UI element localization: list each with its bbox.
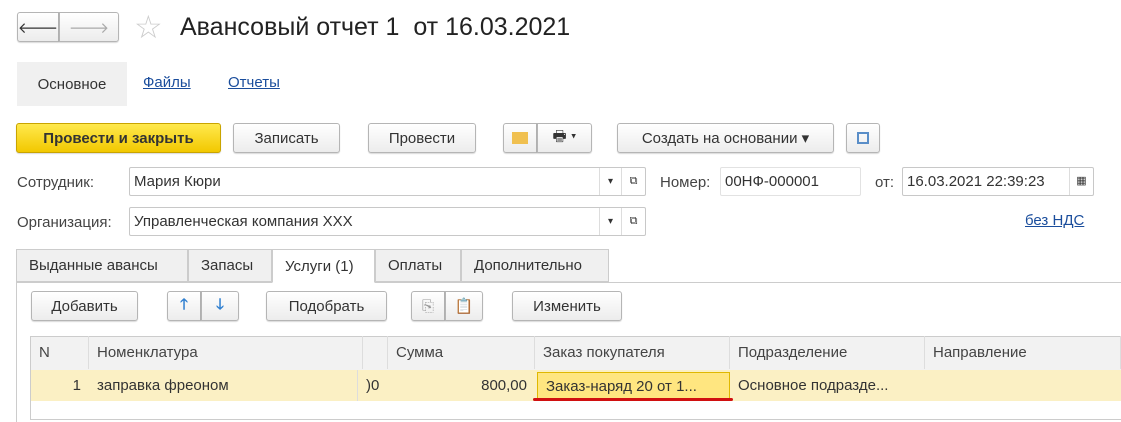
arrow-up-icon: 🡑 (180, 295, 188, 313)
vat-link[interactable]: без НДС (1025, 212, 1084, 229)
col-department[interactable]: Подразделение (730, 336, 925, 369)
create-based-on-button[interactable]: Создать на основании ▾ (617, 123, 834, 153)
post-and-close-button[interactable]: Провести и закрыть (16, 123, 221, 153)
cell-item[interactable]: заправка фреоном (89, 370, 363, 401)
copy-button[interactable]: ⎘ (411, 291, 445, 321)
forward-button[interactable]: 🡒 (59, 12, 119, 42)
employee-field[interactable]: Мария Кюри ▾ ⧉ (129, 167, 646, 196)
structure-icon (857, 132, 869, 144)
employee-label: Сотрудник: (17, 174, 95, 191)
tab-stocks[interactable]: Запасы (188, 249, 272, 282)
col-sum[interactable]: Сумма (388, 336, 535, 369)
move-up-button[interactable]: 🡑 (167, 291, 201, 321)
back-button[interactable]: 🡐 (17, 12, 59, 42)
date-field[interactable]: 16.03.2021 22:39:23 ▦ (902, 167, 1094, 196)
dropdown-icon[interactable]: ▾ (599, 168, 621, 195)
printer-icon: 🖶 ▾ (552, 127, 577, 145)
cell-partial: )0 (357, 370, 387, 401)
add-button[interactable]: Добавить (31, 291, 138, 321)
nav-tab-files[interactable]: Файлы (143, 74, 191, 91)
save-button[interactable]: Записать (233, 123, 340, 153)
star-icon[interactable]: ☆ (134, 8, 163, 46)
calendar-icon[interactable]: ▦ (1069, 168, 1093, 195)
cell-direction[interactable] (925, 370, 1121, 401)
col-hidden[interactable] (363, 336, 388, 369)
nav-tab-reports[interactable]: Отчеты (228, 74, 280, 91)
move-down-button[interactable]: 🡓 (201, 291, 239, 321)
col-item[interactable]: Номенклатура (89, 336, 363, 369)
structure-button[interactable] (846, 123, 880, 153)
col-n[interactable]: N (31, 336, 89, 369)
number-label: Номер: (660, 174, 711, 191)
pick-button[interactable]: Подобрать (266, 291, 387, 321)
dropdown-icon[interactable]: ▾ (599, 208, 621, 235)
open-icon[interactable]: ⧉ (621, 208, 645, 235)
paste-icon: 📋 (454, 298, 474, 315)
post-button[interactable]: Провести (368, 123, 476, 153)
cell-sum[interactable]: 800,00 (388, 370, 535, 401)
open-icon[interactable]: ⧉ (621, 168, 645, 195)
cell-order[interactable]: Заказ-наряд 20 от 1... (537, 372, 730, 400)
envelope-icon (512, 132, 528, 144)
organization-label: Организация: (17, 214, 112, 231)
organization-field[interactable]: Управленческая компания XXX ▾ ⧉ (129, 207, 646, 236)
tab-additional[interactable]: Дополнительно (461, 249, 609, 282)
number-field[interactable]: 00НФ-000001 (720, 167, 861, 196)
copy-icon: ⎘ (421, 297, 434, 315)
change-button[interactable]: Изменить (512, 291, 622, 321)
nav-tab-main[interactable]: Основное (17, 62, 127, 106)
cell-n: 1 (72, 377, 81, 394)
tab-issued-advances[interactable]: Выданные авансы (16, 249, 188, 282)
paste-button[interactable]: 📋 (445, 291, 483, 321)
cell-department[interactable]: Основное подразде... (730, 370, 925, 401)
email-button[interactable] (503, 123, 537, 153)
arrow-down-icon: 🡓 (216, 295, 224, 313)
col-order[interactable]: Заказ покупателя (535, 336, 730, 369)
print-button[interactable]: 🖶 ▾ (537, 123, 592, 153)
page-title: Авансовый отчет 1 от 16.03.2021 (180, 13, 571, 41)
date-label: от: (875, 174, 895, 191)
tab-services[interactable]: Услуги (1) (272, 249, 375, 283)
red-underline (533, 398, 733, 401)
col-direction[interactable]: Направление (925, 336, 1121, 369)
tab-payments[interactable]: Оплаты (375, 249, 461, 282)
